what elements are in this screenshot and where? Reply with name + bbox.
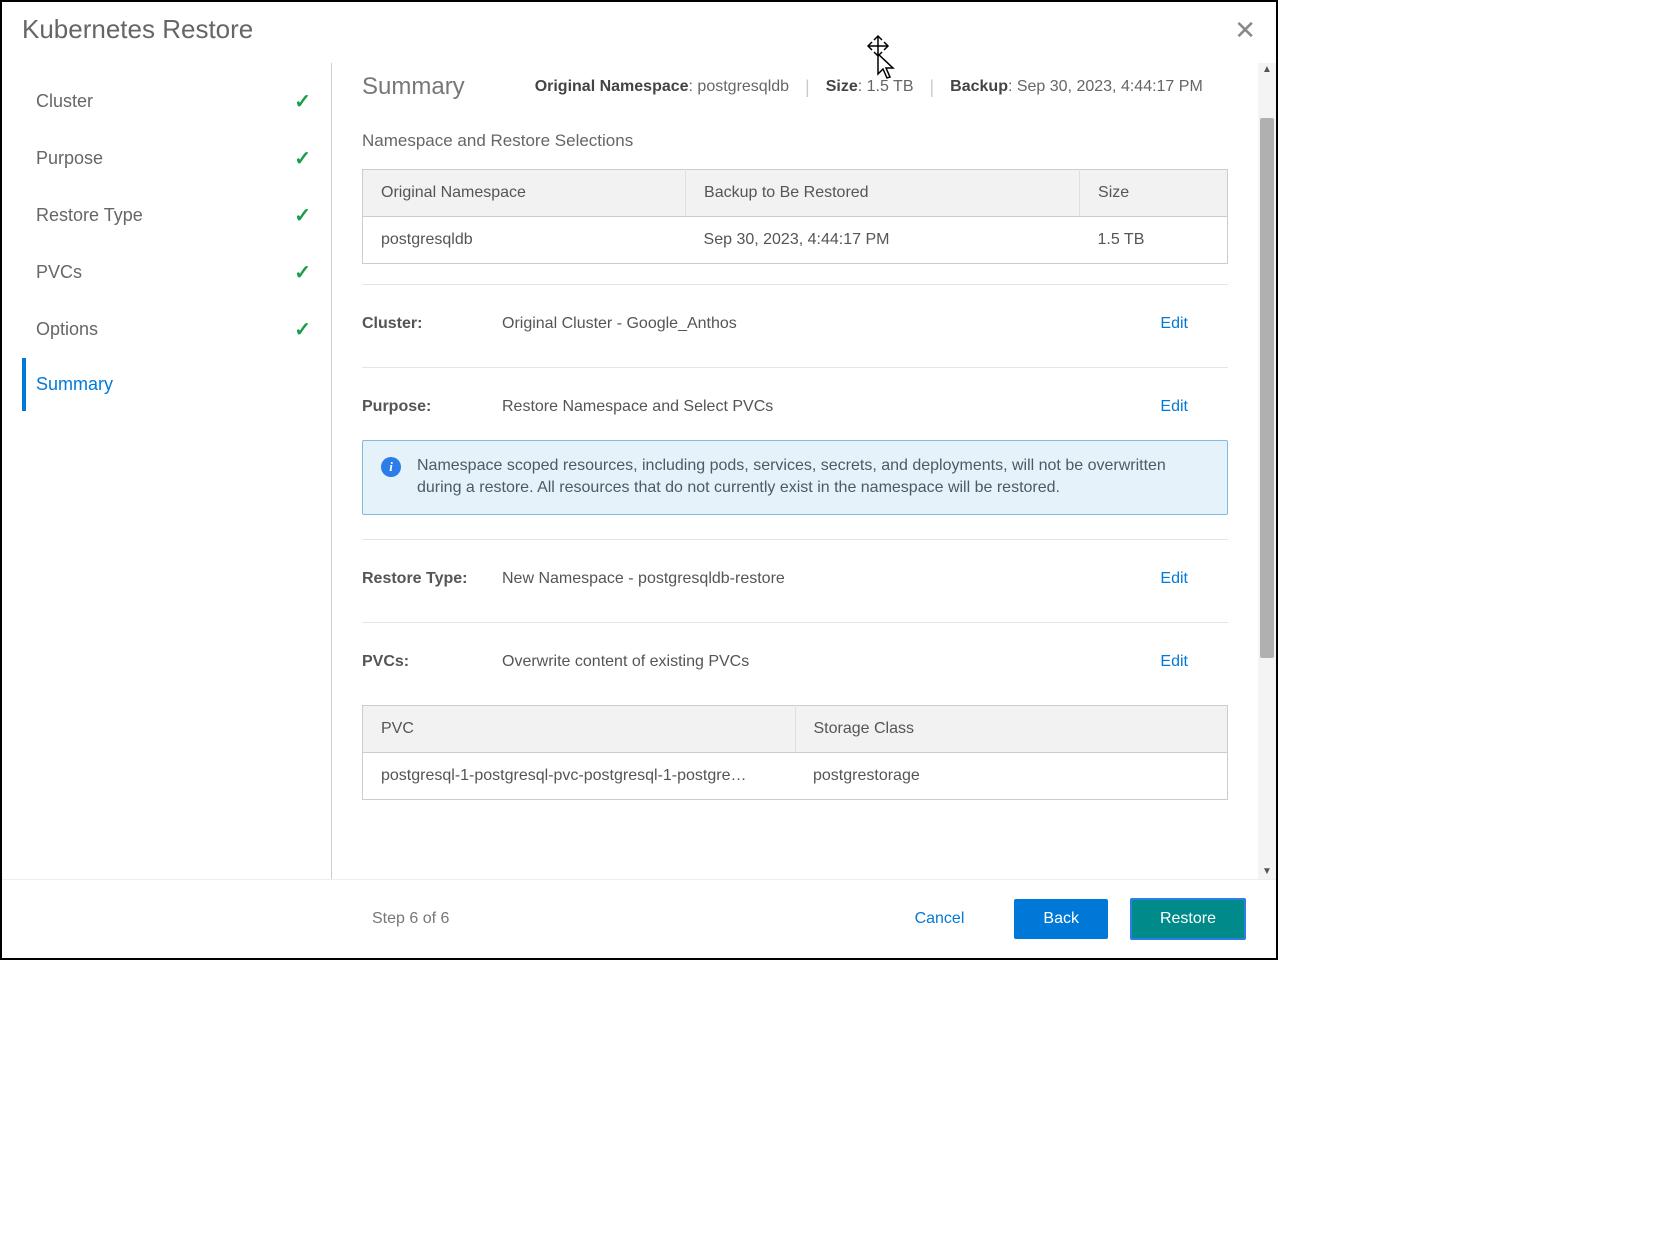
edit-purpose-link[interactable]: Edit — [1160, 398, 1228, 416]
step-label: Summary — [36, 374, 113, 395]
th-backup: Backup to Be Restored — [686, 170, 1080, 217]
kv-pvcs: PVCs: Overwrite content of existing PVCs… — [362, 647, 1228, 695]
cell-storage-class: postgrestorage — [795, 752, 1228, 799]
info-text: Namespace scoped resources, including po… — [417, 455, 1209, 500]
summary-heading: Summary — [362, 73, 465, 101]
content-wrap: Summary Original Namespace: postgresqldb… — [332, 63, 1276, 879]
meta-value: Sep 30, 2023, 4:44:17 PM — [1017, 78, 1203, 95]
edit-restore-type-link[interactable]: Edit — [1160, 570, 1228, 588]
close-icon[interactable]: ✕ — [1234, 17, 1256, 43]
restore-button[interactable]: Restore — [1130, 898, 1246, 940]
scroll-down-icon[interactable]: ▼ — [1258, 865, 1276, 879]
cell-pvc-text: postgresql-1-postgresql-pvc-postgresql-1… — [381, 767, 751, 785]
step-restore-type[interactable]: Restore Type ✓ — [22, 187, 331, 244]
step-pvcs[interactable]: PVCs ✓ — [22, 244, 331, 301]
kv-value: Original Cluster - Google_Anthos — [502, 315, 1160, 333]
divider — [362, 367, 1228, 368]
kv-cluster: Cluster: Original Cluster - Google_Antho… — [362, 309, 1228, 357]
scroll-thumb[interactable] — [1260, 118, 1274, 658]
meta-size: Size: 1.5 TB — [826, 78, 914, 96]
restore-wizard-modal: Kubernetes Restore ✕ Cluster ✓ Purpose ✓… — [0, 0, 1278, 960]
step-label: Cluster — [36, 91, 93, 112]
info-banner: i Namespace scoped resources, including … — [362, 440, 1228, 515]
kv-label: Purpose: — [362, 398, 502, 416]
scrollbar[interactable]: ▲ ▼ — [1258, 63, 1276, 879]
meta-label: Original Namespace — [535, 78, 689, 95]
meta-label: Backup — [950, 78, 1008, 95]
th-size: Size — [1080, 170, 1228, 217]
cell-pvc: postgresql-1-postgresql-pvc-postgresql-1… — [363, 752, 796, 799]
step-label: Restore Type — [36, 205, 143, 226]
kv-restore-type: Restore Type: New Namespace - postgresql… — [362, 564, 1228, 612]
step-label: Purpose — [36, 148, 103, 169]
cancel-button[interactable]: Cancel — [887, 900, 993, 938]
table-row: postgresql-1-postgresql-pvc-postgresql-1… — [363, 752, 1228, 799]
step-options[interactable]: Options ✓ — [22, 301, 331, 358]
kv-label: PVCs: — [362, 653, 502, 671]
step-label: Options — [36, 319, 98, 340]
meta-value: 1.5 TB — [867, 78, 914, 95]
pvc-table: PVC Storage Class postgresql-1-postgresq… — [362, 705, 1228, 800]
kv-label: Restore Type: — [362, 570, 502, 588]
checkmark-icon: ✓ — [294, 146, 311, 171]
namespace-selection-table: Original Namespace Backup to Be Restored… — [362, 169, 1228, 264]
scroll-up-icon[interactable]: ▲ — [1258, 63, 1276, 77]
modal-title: Kubernetes Restore — [22, 14, 253, 45]
kv-label: Cluster: — [362, 315, 502, 333]
checkmark-icon: ✓ — [294, 89, 311, 114]
divider — [362, 622, 1228, 623]
modal-body: Cluster ✓ Purpose ✓ Restore Type ✓ PVCs … — [2, 63, 1276, 879]
table-header-row: Original Namespace Backup to Be Restored… — [363, 170, 1228, 217]
meta-original-namespace: Original Namespace: postgresqldb — [535, 78, 789, 96]
wizard-footer: Step 6 of 6 Cancel Back Restore — [2, 879, 1276, 958]
section-heading: Namespace and Restore Selections — [362, 131, 1228, 151]
th-pvc: PVC — [363, 705, 796, 752]
step-cluster[interactable]: Cluster ✓ — [22, 73, 331, 130]
th-storage-class: Storage Class — [795, 705, 1228, 752]
edit-cluster-link[interactable]: Edit — [1160, 315, 1228, 333]
step-indicator: Step 6 of 6 — [32, 910, 449, 928]
divider — [362, 539, 1228, 540]
modal-header: Kubernetes Restore ✕ — [2, 2, 1276, 63]
summary-header: Summary Original Namespace: postgresqldb… — [362, 73, 1228, 101]
wizard-steps-sidebar: Cluster ✓ Purpose ✓ Restore Type ✓ PVCs … — [22, 63, 332, 879]
kv-value: Overwrite content of existing PVCs — [502, 653, 1160, 671]
checkmark-icon: ✓ — [294, 260, 311, 285]
meta-value: postgresqldb — [697, 78, 789, 95]
cell-backup: Sep 30, 2023, 4:44:17 PM — [686, 217, 1080, 264]
checkmark-icon: ✓ — [294, 203, 311, 228]
edit-pvcs-link[interactable]: Edit — [1160, 653, 1228, 671]
checkmark-icon: ✓ — [294, 317, 311, 342]
step-label: PVCs — [36, 262, 82, 283]
table-row: postgresqldb Sep 30, 2023, 4:44:17 PM 1.… — [363, 217, 1228, 264]
back-button[interactable]: Back — [1014, 899, 1108, 939]
cell-size: 1.5 TB — [1080, 217, 1228, 264]
meta-backup: Backup: Sep 30, 2023, 4:44:17 PM — [950, 78, 1203, 96]
kv-value: Restore Namespace and Select PVCs — [502, 398, 1160, 416]
divider — [362, 284, 1228, 285]
step-summary[interactable]: Summary — [22, 358, 331, 411]
kv-purpose: Purpose: Restore Namespace and Select PV… — [362, 392, 1228, 440]
meta-separator: | — [929, 77, 934, 98]
cell-namespace: postgresqldb — [363, 217, 686, 264]
step-purpose[interactable]: Purpose ✓ — [22, 130, 331, 187]
meta-separator: | — [805, 77, 810, 98]
table-header-row: PVC Storage Class — [363, 705, 1228, 752]
kv-value: New Namespace - postgresqldb-restore — [502, 570, 1160, 588]
th-original-namespace: Original Namespace — [363, 170, 686, 217]
summary-content: Summary Original Namespace: postgresqldb… — [332, 63, 1258, 879]
info-icon: i — [381, 457, 401, 477]
meta-label: Size — [826, 78, 858, 95]
